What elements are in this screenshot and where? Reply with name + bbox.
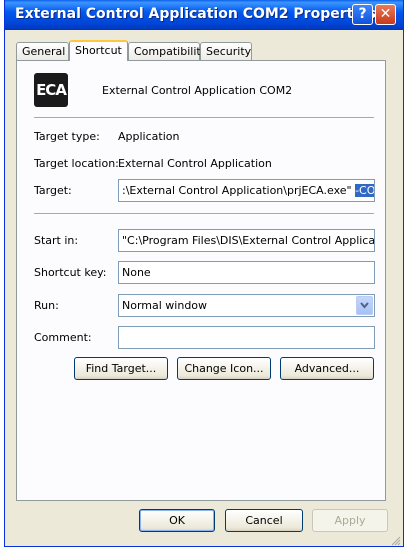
target-type-value: Application [118,130,180,143]
close-button[interactable]: ✕ [375,4,396,25]
resize-grip-icon[interactable] [391,536,401,546]
chevron-down-icon [360,302,369,309]
ok-button[interactable]: OK [139,509,215,532]
change-icon-button[interactable]: Change Icon... [177,357,271,380]
run-value: Normal window [122,299,208,312]
cancel-button[interactable]: Cancel [225,509,303,532]
run-label: Run: [34,299,59,312]
window-title: External Control Application COM2 Proper… [15,6,376,22]
tab-general[interactable]: General [16,42,69,60]
shortcut-key-input[interactable]: None [118,261,375,284]
tab-shortcut[interactable]: Shortcut [69,40,128,61]
shortcut-name: External Control Application COM2 [102,84,293,97]
shortcut-key-label: Shortcut key: [34,266,107,279]
target-location-value: External Control Application [118,157,272,170]
comment-label: Comment: [34,331,92,344]
target-location-label: Target location: [34,157,119,170]
close-icon: ✕ [379,6,392,22]
start-in-input[interactable]: "C:\Program Files\DIS\External Control A… [118,229,375,252]
shortcut-key-value: None [122,266,151,279]
start-in-value: "C:\Program Files\DIS\External Control A… [122,234,375,247]
tab-security[interactable]: Security [200,42,252,60]
comment-input[interactable] [118,326,375,349]
start-in-label: Start in: [34,234,79,247]
target-input[interactable]: :\External Control Application\prjECA.ex… [118,179,375,202]
target-selected-text: -COM2 [355,184,374,197]
title-bar[interactable]: External Control Application COM2 Proper… [5,0,403,30]
target-value: :\External Control Application\prjECA.ex… [122,184,356,197]
target-type-label: Target type: [34,130,100,143]
run-select[interactable]: Normal window [118,294,375,317]
help-icon: ? [358,6,367,22]
application-icon: ECA [34,73,68,107]
divider [34,117,374,119]
target-label: Target: [34,184,72,197]
tab-compatibility[interactable]: Compatibility [128,42,207,60]
run-dropdown-button[interactable] [356,296,373,315]
help-button[interactable]: ? [352,4,373,25]
advanced-button[interactable]: Advanced... [280,357,374,380]
apply-button[interactable]: Apply [312,509,388,532]
find-target-button[interactable]: Find Target... [74,357,168,380]
divider [34,213,374,215]
